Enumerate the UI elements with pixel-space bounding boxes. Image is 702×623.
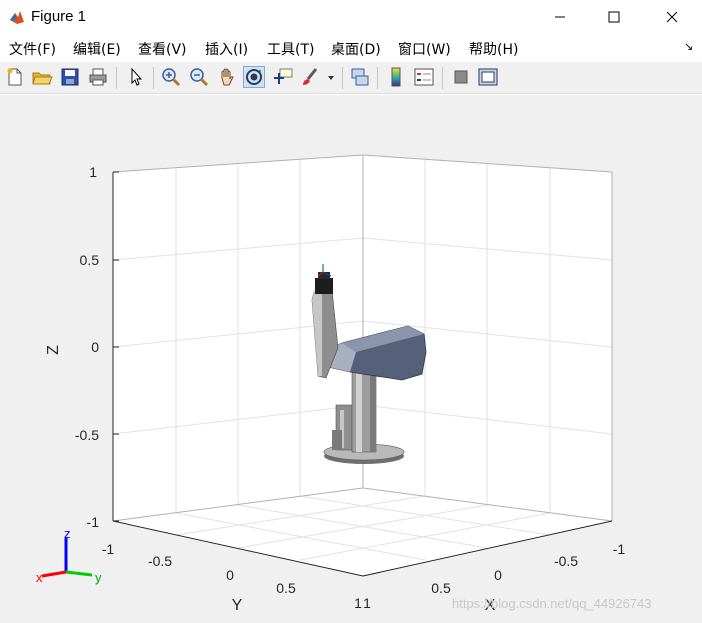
toolbar-separator (377, 67, 378, 89)
link-plot-icon[interactable] (349, 66, 371, 88)
menu-help[interactable]: 帮助(H) (469, 39, 518, 59)
menu-view[interactable]: 查看(V) (138, 39, 187, 59)
insert-legend-icon[interactable] (413, 66, 435, 88)
data-cursor-icon[interactable] (272, 66, 294, 88)
x-tick-label: 0.5 (431, 580, 451, 596)
show-plot-tools-icon[interactable] (477, 66, 499, 88)
x-tick-label: 1 (363, 595, 371, 611)
figure-toolbar (0, 62, 702, 94)
menu-desktop[interactable]: 桌面(D) (331, 39, 381, 59)
print-icon[interactable] (87, 66, 109, 88)
y-tick-label: 0.5 (276, 580, 296, 596)
new-figure-icon[interactable] (4, 66, 26, 88)
z-tick-label: 1 (89, 164, 97, 180)
y-tick-label: 1 (354, 595, 362, 611)
z-axis-label: Z (45, 345, 62, 355)
x-tick-label: 0 (494, 567, 502, 583)
pan-icon[interactable] (216, 66, 238, 88)
zoom-out-icon[interactable] (188, 66, 210, 88)
triad-x-label: x (36, 570, 43, 585)
robot-end-effector (315, 278, 333, 294)
hide-plot-tools-icon[interactable] (450, 66, 472, 88)
z-tick-label: 0.5 (80, 252, 100, 268)
menu-window[interactable]: 窗口(W) (398, 39, 451, 59)
z-tick-label: -0.5 (75, 427, 99, 443)
triad-z-label: z (64, 526, 71, 541)
axes-3d[interactable]: 1 0.5 0 -0.5 -1 Z -1 -0.5 0 0.5 1 Y -1 -… (0, 95, 702, 623)
z-tick-label: -1 (87, 514, 100, 530)
open-file-icon[interactable] (31, 66, 53, 88)
menu-bar: 文件(F) 编辑(E) 查看(V) 插入(I) 工具(T) 桌面(D) 窗口(W… (0, 34, 702, 62)
title-bar: Figure 1 (0, 0, 702, 34)
y-tick-label: -1 (102, 541, 115, 557)
rotate-3d-icon[interactable] (243, 66, 265, 88)
close-button[interactable] (646, 0, 698, 34)
pointer-icon[interactable] (125, 66, 147, 88)
y-tick-label: -0.5 (148, 553, 172, 569)
toolbar-separator (442, 67, 443, 89)
matlab-logo-icon (8, 8, 26, 26)
minimize-button[interactable] (534, 0, 586, 34)
brush-dropdown-icon[interactable] (324, 66, 338, 88)
triad-y-label: y (95, 570, 102, 585)
brush-icon[interactable] (299, 66, 321, 88)
y-axis-label: Y (232, 597, 243, 614)
toolbar-separator (153, 67, 154, 89)
toolbar-separator (116, 67, 117, 89)
coordinate-triad: z y x (36, 526, 102, 585)
menu-insert[interactable]: 插入(I) (205, 39, 248, 59)
x-tick-label: -0.5 (554, 553, 578, 569)
watermark-text: https://blog.csdn.net/qq_44926743 (452, 596, 652, 611)
dock-figure-icon[interactable]: ↘ (684, 40, 693, 53)
window-title: Figure 1 (31, 8, 87, 25)
x-tick-label: -1 (613, 541, 626, 557)
zoom-in-icon[interactable] (160, 66, 182, 88)
menu-file[interactable]: 文件(F) (9, 39, 56, 59)
menu-edit[interactable]: 编辑(E) (73, 39, 121, 59)
maximize-button[interactable] (588, 0, 640, 34)
toolbar-separator (342, 67, 343, 89)
menu-tools[interactable]: 工具(T) (267, 39, 314, 59)
save-icon[interactable] (59, 66, 81, 88)
z-tick-label: 0 (91, 339, 99, 355)
insert-colorbar-icon[interactable] (385, 66, 407, 88)
y-tick-label: 0 (226, 567, 234, 583)
